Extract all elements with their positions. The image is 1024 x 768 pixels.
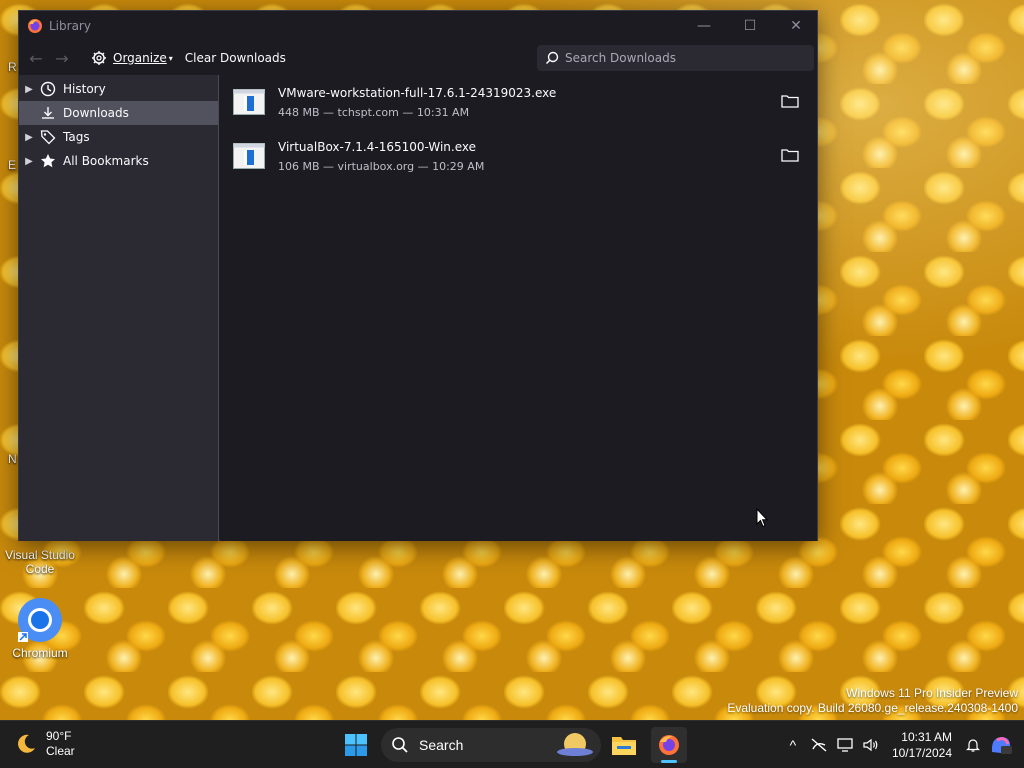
folder-icon[interactable] <box>781 93 799 109</box>
firefox-icon <box>28 19 42 33</box>
library-sidebar: ▶ History Downloads ▶ Tags ▶ All Bookmar… <box>19 75 219 541</box>
desktop-icon-vscode[interactable]: Visual Studio Code <box>0 548 80 576</box>
download-item-vmware[interactable]: VMware-workstation-full-17.6.1-24319023.… <box>220 75 817 129</box>
search-input[interactable] <box>565 51 805 65</box>
chevron-right-icon[interactable]: ▶ <box>19 132 39 143</box>
desktop-edge-label: E <box>8 158 17 172</box>
downloads-list: VMware-workstation-full-17.6.1-24319023.… <box>220 75 817 541</box>
window-title: Library <box>49 19 91 33</box>
organize-label: Organize <box>113 51 167 65</box>
clear-downloads-button[interactable]: Clear Downloads <box>179 45 292 71</box>
maximize-button[interactable]: ☐ <box>727 11 773 41</box>
show-hidden-icons-button[interactable]: ^ <box>780 732 806 758</box>
mouse-cursor-icon <box>756 508 768 528</box>
clock-date: 10/17/2024 <box>891 746 952 760</box>
sidebar-item-all-bookmarks[interactable]: ▶ All Bookmarks <box>19 149 218 173</box>
exe-file-icon <box>233 89 265 115</box>
firefox-taskbar-button[interactable] <box>651 727 687 763</box>
title-bar[interactable]: Library — ☐ ✕ <box>19 11 817 41</box>
sidebar-item-history[interactable]: ▶ History <box>19 77 218 101</box>
chevron-right-icon[interactable]: ▶ <box>19 156 39 167</box>
close-button[interactable]: ✕ <box>773 11 819 41</box>
folder-icon[interactable] <box>781 147 799 163</box>
weather-temp: 90°F <box>46 729 72 743</box>
sidebar-item-label: History <box>63 82 106 96</box>
sidebar-item-label: Tags <box>63 130 90 144</box>
gear-icon <box>92 51 106 65</box>
windows-icon <box>345 734 367 756</box>
minimize-icon: — <box>697 18 711 34</box>
desktop-edge-label: R <box>8 60 17 74</box>
volume-icon[interactable] <box>858 732 884 758</box>
weather-condition: Clear <box>46 744 75 758</box>
notification-bell-icon[interactable] <box>960 732 986 758</box>
taskbar: 90°F Clear Search ^ 10:31 AM 10/17/2024 <box>0 720 1024 768</box>
taskbar-search-label: Search <box>419 737 464 753</box>
sidebar-item-downloads[interactable]: Downloads <box>19 101 218 125</box>
star-icon <box>39 152 57 170</box>
windows-watermark: Windows 11 Pro Insider Preview Evaluatio… <box>727 686 1018 715</box>
file-explorer-button[interactable] <box>606 727 642 763</box>
search-downloads-field[interactable] <box>537 45 814 71</box>
exe-file-icon <box>233 143 265 169</box>
library-toolbar: ← → Organize ▾ Clear Downloads <box>19 41 817 75</box>
clock-icon <box>39 80 57 98</box>
search-icon <box>392 737 408 753</box>
sidebar-item-label: All Bookmarks <box>63 154 149 168</box>
download-filename: VMware-workstation-full-17.6.1-24319023.… <box>278 85 557 100</box>
chevron-up-icon: ^ <box>789 737 797 753</box>
chevron-down-icon: ▾ <box>168 53 173 63</box>
close-icon: ✕ <box>790 18 802 34</box>
organize-button[interactable]: Organize ▾ <box>85 45 179 71</box>
desktop-icon-label: Chromium <box>12 646 68 660</box>
download-filename: VirtualBox-7.1.4-165100-Win.exe <box>278 139 477 154</box>
desktop-edge-label: N <box>8 452 17 466</box>
search-highlight-icon <box>557 733 593 756</box>
desktop-icon-label: Visual Studio Code <box>5 548 75 576</box>
maximize-icon: ☐ <box>743 18 757 34</box>
download-meta: 448 MB — tchspt.com — 10:31 AM <box>278 105 470 119</box>
network-offline-icon[interactable] <box>806 732 832 758</box>
moon-icon <box>18 734 35 753</box>
forward-button[interactable]: → <box>49 45 75 71</box>
library-window: Library — ☐ ✕ ← → Organize ▾ Clear Downl… <box>18 10 818 541</box>
weather-widget[interactable]: 90°F Clear <box>14 729 75 759</box>
clock-time: 10:31 AM <box>901 730 952 744</box>
active-indicator <box>661 760 677 763</box>
download-meta: 106 MB — virtualbox.org — 10:29 AM <box>278 159 485 173</box>
search-icon <box>545 51 559 65</box>
back-button[interactable]: ← <box>23 45 49 71</box>
firefox-icon <box>659 735 679 755</box>
folder-icon <box>612 737 636 755</box>
download-item-virtualbox[interactable]: VirtualBox-7.1.4-165100-Win.exe 106 MB —… <box>220 129 817 183</box>
download-icon <box>39 104 57 122</box>
chromium-icon <box>16 596 64 644</box>
start-button[interactable] <box>338 727 374 763</box>
sidebar-item-tags[interactable]: ▶ Tags <box>19 125 218 149</box>
taskbar-clock[interactable]: 10:31 AM 10/17/2024 <box>892 729 952 761</box>
sidebar-item-label: Downloads <box>63 106 129 120</box>
clear-downloads-label: Clear Downloads <box>184 51 286 65</box>
copilot-icon[interactable] <box>986 732 1016 758</box>
taskbar-search[interactable]: Search <box>381 728 601 762</box>
minimize-button[interactable]: — <box>681 11 727 41</box>
desktop-icon-chromium[interactable]: Chromium <box>0 596 80 660</box>
arrow-left-icon: ← <box>29 48 43 68</box>
chevron-right-icon[interactable]: ▶ <box>19 84 39 95</box>
display-icon[interactable] <box>832 732 858 758</box>
system-tray: ^ 10:31 AM 10/17/2024 <box>780 721 1024 768</box>
tag-icon <box>39 128 57 146</box>
arrow-right-icon: → <box>55 48 69 68</box>
